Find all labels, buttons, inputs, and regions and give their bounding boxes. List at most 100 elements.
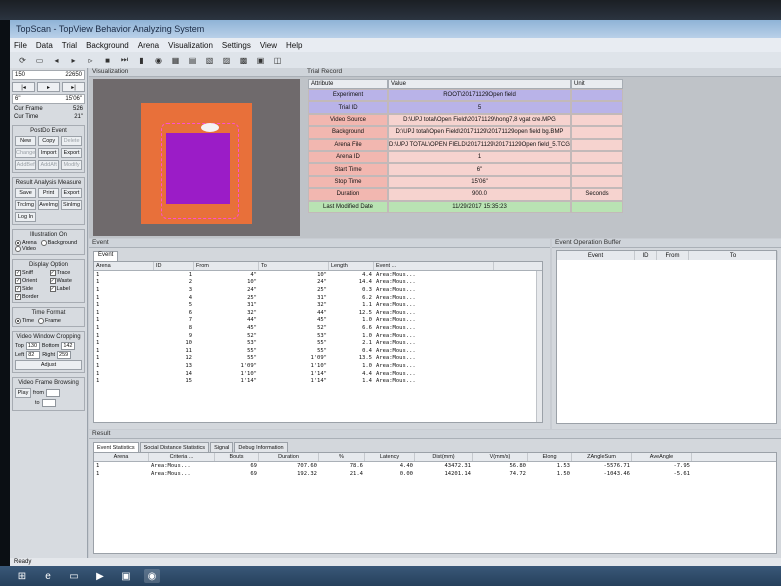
play-browse-button[interactable]: Play <box>15 388 31 398</box>
buf-col-from[interactable]: From <box>657 251 689 260</box>
tab-signal[interactable]: Signal <box>210 442 234 452</box>
copy-button[interactable]: Copy <box>38 136 60 146</box>
tool-icon-2[interactable]: ▤ <box>186 54 199 66</box>
trial-record-row[interactable]: Arena File D:\UPJ TOTAL\OPEN FIELD\201711… <box>308 138 623 151</box>
menu-help[interactable]: Help <box>286 41 302 50</box>
trial-record-row[interactable]: Trial ID 5 <box>308 101 623 114</box>
import-button[interactable]: Import <box>38 148 60 158</box>
addaft-button[interactable]: AddAft <box>38 160 60 170</box>
col-arena[interactable]: Arena <box>94 262 154 270</box>
trcimg-button[interactable]: TrcImg <box>15 200 36 210</box>
result-row[interactable]: 1 Area:Mous... 69 707.60 78.6 4.40 43472.31 56.… <box>94 462 776 470</box>
tool-icon-4[interactable]: ▨ <box>220 54 233 66</box>
left-input[interactable]: 82 <box>26 351 41 359</box>
menu-view[interactable]: View <box>260 41 277 50</box>
event-row[interactable]: 1 6 32" 44" 12.5 Area:Mous... <box>94 309 542 317</box>
step-icon[interactable]: ⏭ <box>118 54 131 66</box>
trial-record-row[interactable]: Background D:\UPJ total\Open Field\201711… <box>308 126 623 139</box>
res-col-velocity[interactable]: V(mm/s) <box>473 453 528 461</box>
event-row[interactable]: 1 13 1'09" 1'10" 1.0 Area:Mous... <box>94 362 542 370</box>
buf-col-event[interactable]: Event <box>557 251 635 260</box>
event-row[interactable]: 1 7 44" 45" 1.0 Area:Mous... <box>94 317 542 325</box>
tool-icon-7[interactable]: ◫ <box>271 54 284 66</box>
addbef-button[interactable]: AddBef <box>15 160 37 170</box>
menu-trial[interactable]: Trial <box>62 41 77 50</box>
res-col-elong[interactable]: Elong <box>528 453 572 461</box>
sinimg-button[interactable]: SinImg <box>61 200 82 210</box>
menu-file[interactable]: File <box>14 41 27 50</box>
res-col-dist[interactable]: Dist(mm) <box>415 453 473 461</box>
app-icon[interactable]: ▣ <box>118 569 134 583</box>
tab-debug[interactable]: Debug Information <box>234 442 288 452</box>
result-row[interactable]: 1 Area:Mous... 69 192.32 21.4 0.00 14201.14 74.… <box>94 470 776 478</box>
menu-arena[interactable]: Arena <box>138 41 159 50</box>
tool-icon-3[interactable]: ▧ <box>203 54 216 66</box>
from-input[interactable] <box>46 389 60 397</box>
tab-event[interactable]: Event <box>93 251 119 261</box>
frame-radio[interactable]: Frame <box>38 318 61 324</box>
event-scrollbar[interactable] <box>536 271 542 422</box>
event-row[interactable]: 1 15 1'14" 1'14" 1.4 Area:Mous... <box>94 377 542 385</box>
event-row[interactable]: 1 10 53" 55" 2.1 Area:Mous... <box>94 339 542 347</box>
illus-background-radio[interactable]: Background <box>40 240 77 246</box>
delete-button[interactable]: Delete <box>61 136 82 146</box>
trial-record-row[interactable]: Stop Time 15'06" <box>308 175 623 189</box>
open-icon[interactable]: ⟳ <box>16 54 29 66</box>
event-row[interactable]: 1 14 1'10" 1'14" 4.4 Area:Mous... <box>94 370 542 378</box>
browser-icon[interactable]: e <box>40 569 56 583</box>
folder-icon[interactable]: ▭ <box>66 569 82 583</box>
menu-data[interactable]: Data <box>36 41 53 50</box>
top-input[interactable]: 130 <box>25 342 40 350</box>
trial-record-row[interactable]: Video Source D:\UPJ total\Open Field\2017… <box>308 113 623 127</box>
res-col-bouts[interactable]: Bouts <box>215 453 259 461</box>
tab-event-statistics[interactable]: Event Statistics <box>93 442 139 452</box>
illus-video-radio[interactable]: Video <box>15 246 36 252</box>
tool-icon-1[interactable]: ▦ <box>169 54 182 66</box>
print-button[interactable]: Print <box>38 188 59 198</box>
rewind-icon[interactable]: ◂ <box>50 54 63 66</box>
label-checkbox[interactable]: ✓ Label <box>49 286 83 292</box>
buf-col-id[interactable]: ID <box>635 251 657 260</box>
export-result-button[interactable]: Export <box>61 188 82 198</box>
step-back-button[interactable]: |◂ <box>12 82 35 92</box>
play-icon[interactable]: ▸ <box>67 54 80 66</box>
bottom-input[interactable]: 142 <box>61 342 76 350</box>
aveimg-button[interactable]: AveImg <box>38 200 59 210</box>
log-in-button[interactable]: Log In <box>15 212 36 222</box>
sniff-checkbox[interactable]: ✓ Sniff <box>15 270 48 276</box>
time-range-field[interactable]: 6" 15'06" <box>12 94 85 104</box>
event-row[interactable]: 1 2 10" 24" 14.4 Area:Mous... <box>94 279 542 287</box>
adjust-button[interactable]: Adjust <box>15 360 82 370</box>
res-col-aveangle[interactable]: AveAngle <box>632 453 692 461</box>
res-col-zanglesum[interactable]: ZAngleSum <box>572 453 632 461</box>
event-row[interactable]: 1 4 25" 31" 6.2 Area:Mous... <box>94 294 542 302</box>
tool-icon-5[interactable]: ▩ <box>237 54 250 66</box>
frame-icon[interactable]: ▮ <box>135 54 148 66</box>
tool-icon-6[interactable]: ▣ <box>254 54 267 66</box>
export-button[interactable]: Export <box>61 148 82 158</box>
topscan-icon[interactable]: ◉ <box>144 569 160 583</box>
modify-button[interactable]: Modify <box>61 160 82 170</box>
right-input[interactable]: 259 <box>57 351 72 359</box>
trial-record-row[interactable]: Duration 900.0 Seconds <box>308 188 623 201</box>
to-input[interactable] <box>41 399 56 407</box>
border-checkbox[interactable]: ✓ Border <box>15 294 48 300</box>
res-col-criteria[interactable]: Criteria ... <box>149 453 215 461</box>
res-col-percent[interactable]: % <box>319 453 365 461</box>
res-col-duration[interactable]: Duration <box>259 453 319 461</box>
menu-visualization[interactable]: Visualization <box>168 41 213 50</box>
trial-record-row[interactable]: Start Time 6" <box>308 163 623 176</box>
media-icon[interactable]: ▶ <box>92 569 108 583</box>
trace-checkbox[interactable]: ✓ Trace <box>49 270 83 276</box>
col-from[interactable]: From <box>194 262 259 270</box>
pause-icon[interactable]: ▹ <box>84 54 97 66</box>
res-col-latency[interactable]: Latency <box>365 453 415 461</box>
trial-record-row[interactable]: Arena ID 1 <box>308 150 623 164</box>
waste-checkbox[interactable]: ✓ Waste <box>49 278 83 284</box>
res-col-arena[interactable]: Arena <box>94 453 149 461</box>
play-button[interactable]: ▸ <box>37 82 60 92</box>
col-to[interactable]: To <box>259 262 329 270</box>
side-checkbox[interactable]: ✓ Side <box>15 286 48 292</box>
change-button[interactable]: Change <box>15 148 37 158</box>
record-icon[interactable]: ◉ <box>152 54 165 66</box>
